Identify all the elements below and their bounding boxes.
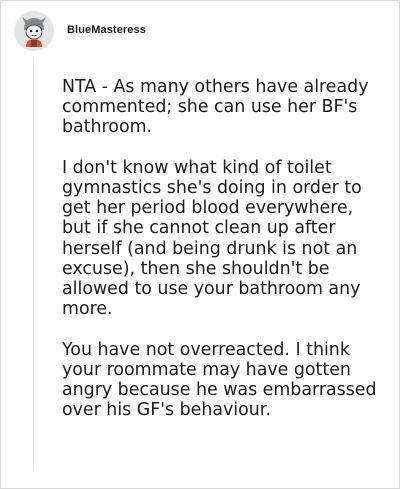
- comment-body: NTA - As many others have already commen…: [62, 77, 382, 420]
- comment-paragraph: NTA - As many others have already commen…: [62, 77, 369, 138]
- comment-paragraph: You have not overreacted. I think your r…: [62, 339, 377, 421]
- comment-header: BlueMasteress: [14, 11, 146, 51]
- username-link[interactable]: BlueMasteress: [67, 24, 146, 36]
- snoo-avatar-icon[interactable]: [14, 11, 54, 51]
- comment-paragraph: I don't know what kind of toilet gymnast…: [62, 157, 362, 320]
- thread-line[interactable]: [33, 58, 34, 470]
